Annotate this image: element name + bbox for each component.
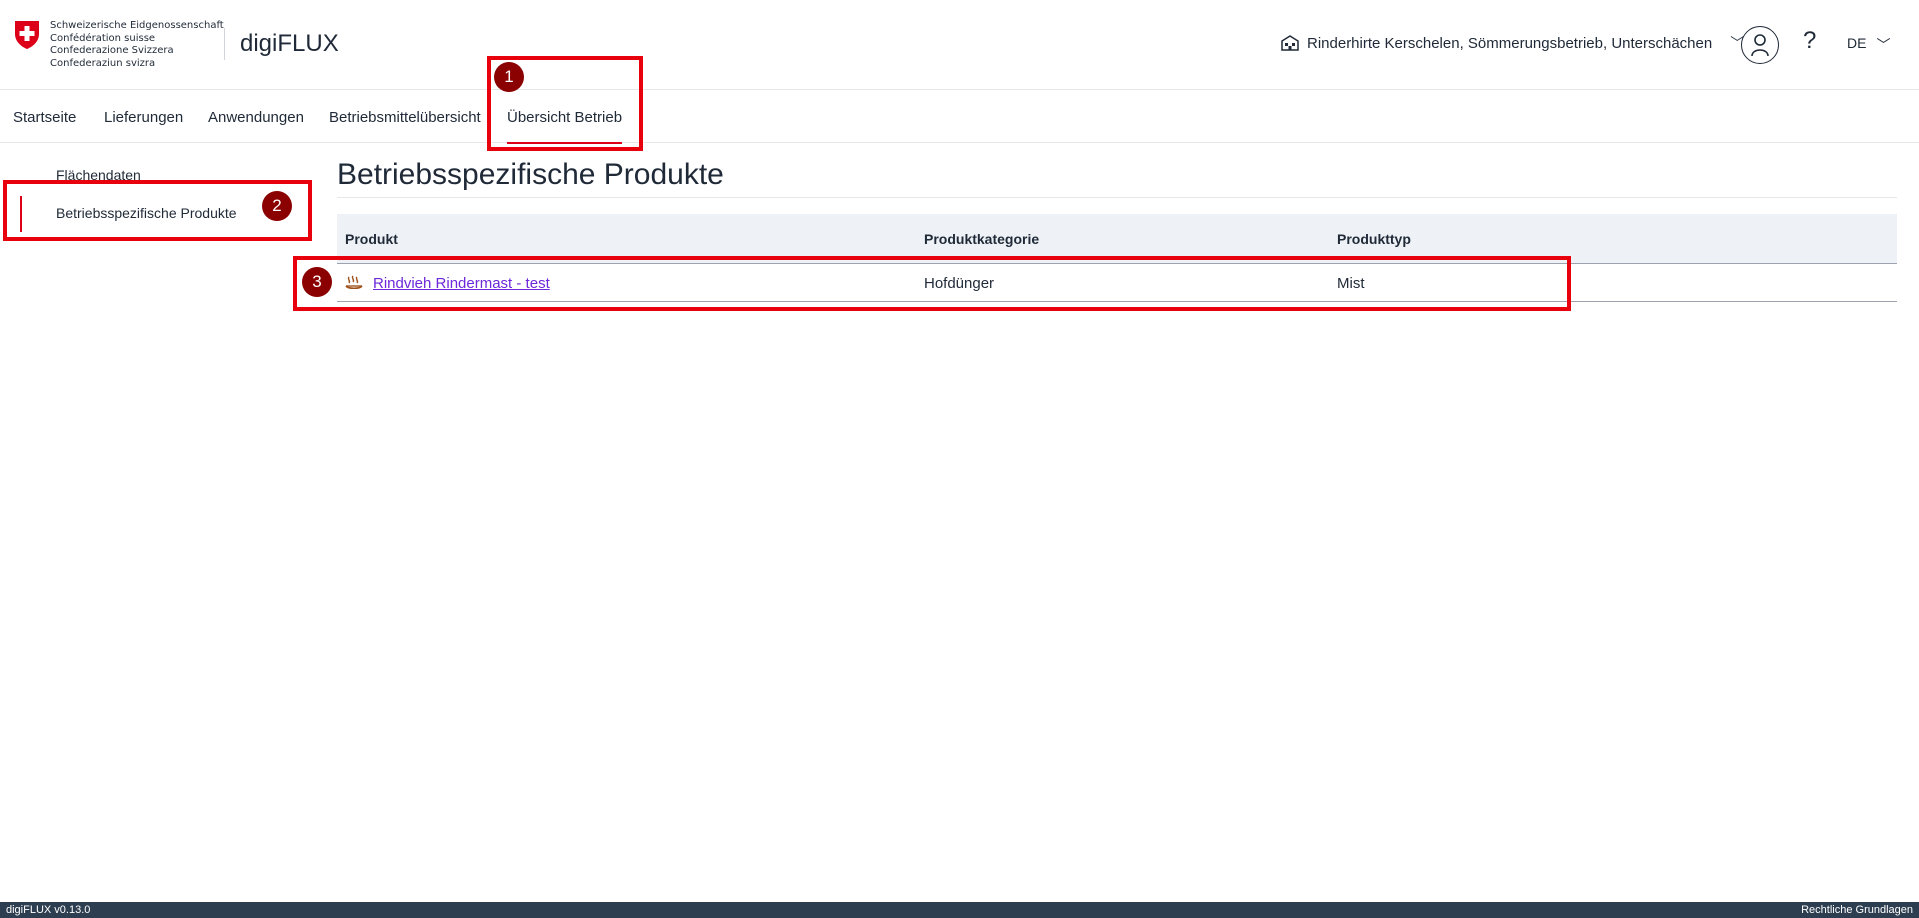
nav-item-anwendungen[interactable]: Anwendungen: [208, 91, 304, 143]
farm-selector[interactable]: Rinderhirte Kerschelen, Sömmerungsbetrie…: [1281, 33, 1744, 53]
farm-building-icon: [1281, 35, 1299, 51]
help-button[interactable]: ?: [1803, 27, 1816, 55]
annotation-badge-2: 2: [262, 191, 292, 221]
language-selector[interactable]: DE ﹀: [1847, 35, 1890, 55]
annotation-badge-3: 3: [302, 267, 332, 297]
nav-item-lieferungen[interactable]: Lieferungen: [104, 91, 183, 143]
app-name[interactable]: digiFLUX: [240, 30, 339, 58]
legal-link[interactable]: Rechtliche Grundlagen: [1801, 904, 1913, 916]
annotation-badge-1: 1: [494, 62, 524, 92]
footer: digiFLUX v0.13.0 Rechtliche Grundlagen: [0, 902, 1919, 918]
swiss-coat-of-arms-icon: [15, 21, 39, 49]
page-title: Betriebsspezifische Produkte: [337, 158, 724, 191]
title-divider: [337, 197, 1897, 198]
farm-selector-label: Rinderhirte Kerschelen, Sömmerungsbetrie…: [1307, 34, 1713, 52]
chevron-down-icon: ﹀: [1876, 37, 1891, 53]
user-icon: [1751, 34, 1769, 57]
language-label: DE: [1847, 35, 1867, 51]
header: Schweizerische Eidgenossenschaft Confédé…: [0, 0, 1919, 90]
app-version: digiFLUX v0.13.0: [6, 904, 91, 916]
nav-item-startseite[interactable]: Startseite: [13, 91, 76, 143]
brand-divider: [224, 28, 225, 60]
annotation-box-3: [293, 256, 1571, 311]
page: Schweizerische Eidgenossenschaft Confédé…: [0, 0, 1919, 918]
main-navigation: Startseite Lieferungen Anwendungen Betri…: [0, 91, 1919, 144]
user-account-button[interactable]: [1741, 26, 1779, 64]
nav-item-betriebsmitteluebersicht[interactable]: Betriebsmittelübersicht: [329, 91, 481, 143]
confederation-wordmark: Schweizerische Eidgenossenschaft Confédé…: [50, 20, 224, 69]
